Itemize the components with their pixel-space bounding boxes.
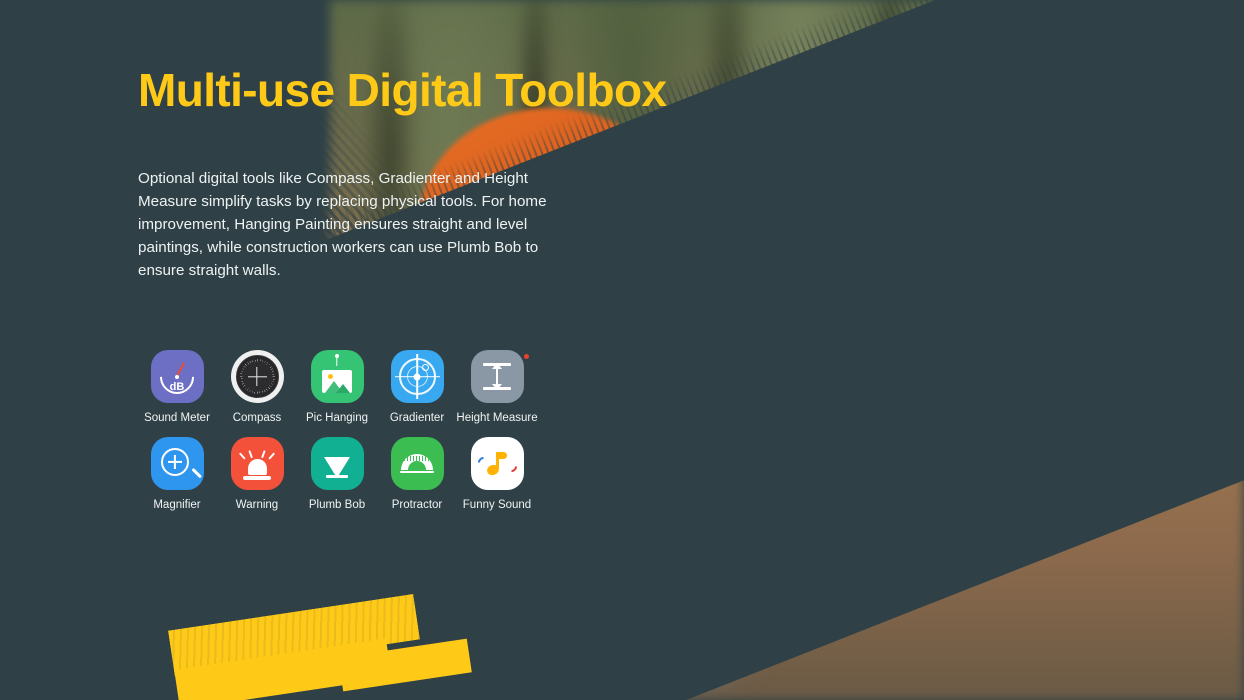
music-note-icon bbox=[475, 451, 520, 477]
compass-icon[interactable] bbox=[230, 350, 529, 403]
siren-base-icon bbox=[243, 476, 271, 480]
level-bubble bbox=[413, 373, 421, 380]
protractor-arc-icon bbox=[401, 453, 433, 470]
compass-face bbox=[235, 355, 279, 398]
feature-label: Protractor bbox=[391, 499, 443, 511]
feature-row-1: dB Sound Meter Compass Pic Hanging Gradi… bbox=[137, 350, 538, 424]
hook-wire-icon bbox=[336, 356, 338, 366]
db-label: dB bbox=[169, 381, 185, 393]
feature-funny-sound[interactable]: Funny Sound bbox=[457, 437, 537, 511]
ray bbox=[261, 450, 266, 459]
feature-pic-hanging[interactable]: Pic Hanging bbox=[297, 350, 377, 424]
sound-wave-right-icon bbox=[503, 458, 520, 474]
bubble-level-icon bbox=[394, 354, 440, 399]
ray bbox=[248, 450, 253, 459]
feature-label: Pic Hanging bbox=[305, 412, 368, 424]
feature-protractor[interactable]: Protractor bbox=[377, 437, 457, 511]
ray bbox=[238, 452, 246, 460]
feature-label: Plumb Bob bbox=[308, 499, 366, 511]
page-title: Multi-use Digital Toolbox bbox=[138, 64, 667, 116]
plus-vertical bbox=[173, 454, 177, 469]
feature-label: Sound Meter bbox=[144, 412, 210, 424]
magnifier-handle-icon bbox=[191, 468, 202, 479]
protractor-base bbox=[400, 470, 434, 474]
magnifier-lens-icon bbox=[161, 447, 189, 476]
compass-crosshair-v bbox=[256, 367, 258, 386]
feature-label: Compass bbox=[232, 412, 282, 424]
funny-sound-icon[interactable] bbox=[470, 437, 524, 490]
feature-plumb-bob[interactable]: Plumb Bob bbox=[297, 437, 377, 511]
double-arrow-icon bbox=[495, 368, 499, 385]
magnifier-icon[interactable] bbox=[150, 437, 204, 490]
body-paragraph: Optional digital tools like Compass, Gra… bbox=[138, 170, 547, 280]
warning-icon[interactable] bbox=[230, 437, 284, 490]
feature-compass[interactable]: Compass bbox=[217, 350, 529, 424]
gauge-pivot-icon bbox=[175, 375, 179, 379]
sun-icon bbox=[328, 374, 333, 379]
ray bbox=[268, 452, 276, 460]
promo-banner: ToolBox CompassSoundMeterPic HangingGrad… bbox=[0, 0, 1244, 700]
sound-meter-icon[interactable]: dB bbox=[150, 350, 204, 403]
compass-north-marker bbox=[524, 354, 529, 359]
feature-label: Gradienter bbox=[389, 412, 445, 424]
feature-warning[interactable]: Warning bbox=[217, 437, 297, 511]
feature-icon-grid: dB Sound Meter Compass Pic Hanging Gradi… bbox=[137, 350, 538, 511]
siren-dome-icon bbox=[247, 459, 267, 476]
plumb-bob-icon[interactable] bbox=[310, 437, 364, 490]
feature-magnifier[interactable]: Magnifier bbox=[137, 437, 217, 511]
feature-label: Magnifier bbox=[153, 499, 201, 511]
feature-label: Height Measure bbox=[456, 412, 538, 424]
pic-hanging-icon[interactable] bbox=[310, 350, 364, 403]
protractor-hole bbox=[408, 460, 426, 470]
siren-rays-icon bbox=[238, 447, 276, 460]
mountain-icon-small bbox=[336, 384, 350, 393]
feature-gradienter[interactable]: Gradienter bbox=[377, 350, 457, 424]
feature-row-2: Magnifier Warning Plumb Bob Protractor F… bbox=[137, 437, 537, 511]
height-measure-icon[interactable] bbox=[470, 350, 524, 403]
feature-sound-meter[interactable]: dB Sound Meter bbox=[137, 350, 217, 424]
picture-frame-icon bbox=[322, 370, 352, 393]
protractor-icon[interactable] bbox=[390, 437, 444, 490]
plumb-cone-icon bbox=[324, 457, 350, 478]
level-marker bbox=[421, 364, 429, 371]
feature-height-measure[interactable]: Height Measure bbox=[456, 350, 538, 424]
plumb-cap-icon bbox=[326, 475, 348, 478]
gradienter-icon[interactable] bbox=[390, 350, 444, 403]
feature-label: Funny Sound bbox=[462, 499, 532, 511]
feature-label: Warning bbox=[235, 499, 279, 511]
